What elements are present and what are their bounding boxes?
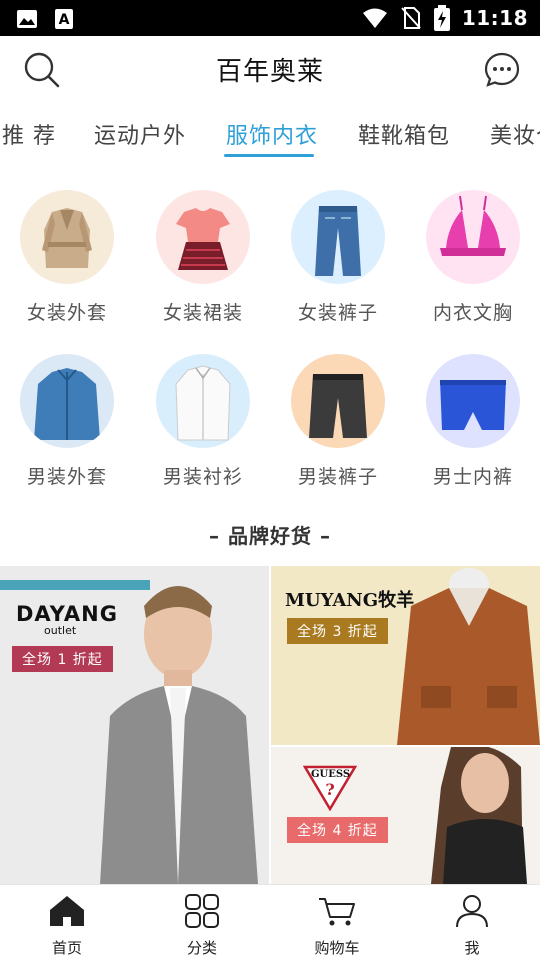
nav-label: 购物车	[314, 939, 360, 957]
dress-image	[156, 190, 250, 284]
brand-section-title: – 品牌好货 –	[209, 524, 331, 548]
active-tab-indicator	[224, 154, 314, 157]
svg-text:A: A	[59, 12, 70, 28]
nav-label: 分类	[186, 939, 217, 957]
discount-tag: 全场 1 折起	[12, 646, 113, 672]
briefs-image	[426, 354, 520, 448]
category-label: 女装裙装	[162, 302, 243, 324]
trench-coat-image	[20, 190, 114, 284]
message-button[interactable]	[482, 50, 522, 90]
message-icon	[484, 52, 520, 87]
nav-label: 首页	[51, 939, 82, 957]
brand-sub-label: outlet	[44, 624, 77, 637]
brand-logo-muyang: MUYANG牧羊	[285, 586, 414, 612]
brand-name: MUYANG	[285, 590, 379, 611]
no-sim-icon	[401, 7, 421, 29]
nav-cart[interactable]: 购物车	[287, 893, 387, 958]
home-icon	[50, 896, 84, 926]
discount-tag: 全场 4 折起	[287, 817, 388, 843]
shirt-image	[156, 354, 250, 448]
category-item[interactable]: 女装外套	[7, 190, 127, 325]
grid-icon	[185, 894, 219, 928]
page-title: 百年奥莱	[215, 57, 324, 87]
font-a-icon: A	[55, 9, 73, 29]
category-item[interactable]: 男士内裤	[413, 354, 533, 489]
nav-home[interactable]: 首页	[17, 893, 117, 958]
clock: 11:18	[461, 6, 528, 30]
category-label: 男装外套	[26, 466, 107, 488]
category-item[interactable]: 男装裤子	[278, 354, 398, 489]
category-item[interactable]: 内衣文胸	[413, 190, 533, 325]
category-label: 女装裤子	[297, 302, 378, 324]
user-icon	[456, 895, 488, 928]
model-illustration	[431, 747, 527, 884]
category-label: 男装裤子	[297, 466, 378, 488]
discount-tag: 全场 3 折起	[287, 618, 388, 644]
cart-icon	[319, 898, 355, 926]
image-icon	[17, 10, 37, 28]
category-item[interactable]: 男装外套	[7, 354, 127, 489]
shorts-image	[291, 354, 385, 448]
category-item[interactable]: 女装裤子	[278, 190, 398, 325]
battery-charging-icon	[433, 5, 450, 31]
category-label: 男士内裤	[432, 466, 513, 488]
svg-text:?: ?	[325, 780, 334, 799]
tab-recommend[interactable]: 推 荐	[2, 118, 56, 150]
bottom-navigation: 首页 分类 购物车 我	[0, 884, 540, 960]
category-item[interactable]: 女装裙装	[143, 190, 263, 325]
category-item[interactable]: 男装衬衫	[143, 354, 263, 489]
wifi-icon	[362, 8, 387, 28]
brand-banner-guess[interactable]: ? GUESS 全场 4 折起	[271, 747, 540, 884]
category-label: 女装外套	[26, 302, 107, 324]
nav-label: 我	[464, 939, 480, 957]
tab-apparel-underwear[interactable]: 服饰内衣	[226, 118, 318, 150]
nav-category[interactable]: 分类	[152, 893, 252, 958]
mens-jacket-image	[20, 354, 114, 448]
bra-image	[426, 190, 520, 284]
app-header: 百年奥莱	[0, 36, 540, 102]
brand-banner-dayang[interactable]: DAYANG outlet 全场 1 折起	[0, 566, 269, 884]
brand-name-suffix: 牧羊	[378, 590, 415, 611]
category-label: 男装衬衫	[162, 466, 243, 488]
app-screen: A 11:18 百年奥莱 推 荐 运动户外 服饰内衣 鞋靴箱包 美妆 女装外套 …	[0, 0, 540, 960]
category-label: 内衣文胸	[432, 302, 513, 324]
status-bar: A 11:18	[0, 0, 540, 36]
category-tabs: 推 荐 运动户外 服饰内衣 鞋靴箱包 美妆个	[0, 110, 540, 162]
nav-me[interactable]: 我	[422, 893, 522, 958]
tab-shoes-bags[interactable]: 鞋靴箱包	[358, 118, 450, 150]
tab-beauty[interactable]: 美妆个	[490, 118, 540, 150]
jeans-image	[291, 190, 385, 284]
brand-banner-muyang[interactable]: MUYANG牧羊 全场 3 折起	[271, 566, 540, 745]
brand-logo-dayang: DAYANG	[16, 602, 118, 626]
brand-logo-guess: GUESS	[311, 769, 351, 780]
tab-sports-outdoor[interactable]: 运动户外	[94, 118, 186, 150]
